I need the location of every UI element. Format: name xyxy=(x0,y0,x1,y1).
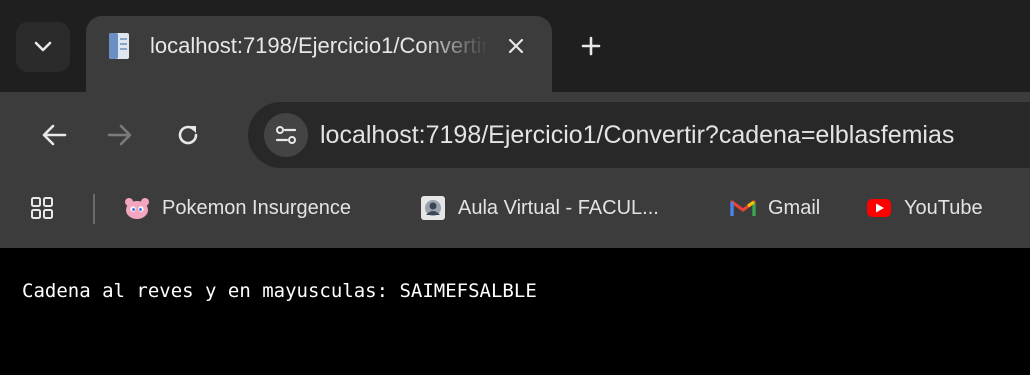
arrow-left-icon xyxy=(42,124,67,146)
bookmark-label: Aula Virtual - FACUL... xyxy=(458,196,659,219)
new-tab-button[interactable] xyxy=(573,28,609,64)
forward-button[interactable] xyxy=(98,113,142,157)
page-content: Cadena al reves y en mayusculas: SAIMEFS… xyxy=(0,248,1030,375)
plus-icon xyxy=(581,36,601,56)
bookmark-gmail[interactable]: Gmail xyxy=(730,178,820,238)
youtube-icon xyxy=(866,195,892,221)
bookmarks-separator xyxy=(93,194,95,224)
browser-window: localhost:7198/Ejercicio1/Convertir?cade… xyxy=(0,0,1030,375)
aula-virtual-icon xyxy=(420,195,446,221)
tab-search-button[interactable] xyxy=(16,22,70,72)
tab-strip: localhost:7198/Ejercicio1/Convertir?cade… xyxy=(0,0,1030,92)
result-text: Cadena al reves y en mayusculas: SAIMEFS… xyxy=(22,280,537,302)
bookmark-pokemon-insurgence[interactable]: Pokemon Insurgence xyxy=(124,178,351,238)
bookmark-youtube[interactable]: YouTube xyxy=(866,178,983,238)
bookmark-label: Gmail xyxy=(768,196,821,219)
site-info-button[interactable] xyxy=(264,113,308,157)
arrow-right-icon xyxy=(107,124,132,146)
tune-icon xyxy=(275,126,297,144)
tab-close-button[interactable] xyxy=(500,30,532,62)
reload-icon xyxy=(178,125,198,145)
pokemon-icon xyxy=(124,195,150,221)
apps-button[interactable] xyxy=(30,178,54,238)
address-bar[interactable]: localhost:7198/Ejercicio1/Convertir?cade… xyxy=(248,102,1030,168)
bookmark-aula-virtual[interactable]: Aula Virtual - FACUL... xyxy=(420,178,659,238)
apps-grid-icon xyxy=(31,197,53,219)
tab-title: localhost:7198/Ejercicio1/Convertir?cade… xyxy=(150,33,488,58)
toolbar: localhost:7198/Ejercicio1/Convertir?cade… xyxy=(0,92,1030,178)
gmail-icon xyxy=(730,195,756,221)
close-icon xyxy=(508,38,524,54)
back-button[interactable] xyxy=(32,113,76,157)
bookmark-label: Pokemon Insurgence xyxy=(162,196,352,219)
bookmark-label: YouTube xyxy=(904,196,983,219)
document-favicon-icon xyxy=(109,33,129,59)
chevron-down-icon xyxy=(34,41,52,52)
bookmarks-bar: Pokemon Insurgence Aula Virtual - FACUL.… xyxy=(0,178,1030,248)
url-text[interactable]: localhost:7198/Ejercicio1/Convertir?cade… xyxy=(320,118,954,152)
reload-button[interactable] xyxy=(166,113,210,157)
